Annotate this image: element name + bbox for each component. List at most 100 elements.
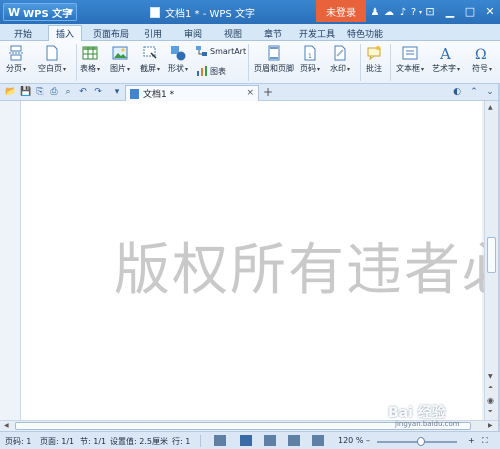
app-name: WPS 文字 (23, 8, 73, 20)
tab-view[interactable]: 视图 (220, 25, 246, 41)
wps-logo-icon: W (8, 5, 21, 19)
save-icon[interactable]: 💾 (20, 86, 32, 98)
scroll-right-icon[interactable]: ▶ (488, 422, 493, 429)
document-page[interactable]: 版权所有违者必 (20, 101, 500, 420)
smartart-icon (196, 46, 207, 56)
blank-page-label: 空白页▾ (38, 64, 67, 73)
table-icon (82, 46, 98, 60)
comment-label: 批注 (366, 64, 382, 73)
smartart-label: SmartArt (210, 46, 247, 56)
textbox-label: 文本框▾ (396, 64, 425, 73)
header-footer-button[interactable]: 页眉和页脚 (254, 45, 294, 74)
previous-page-icon[interactable]: ⏶ (488, 384, 493, 392)
open-folder-icon[interactable]: 📂 (5, 86, 17, 98)
ribbon-separator (390, 44, 391, 81)
scroll-down-icon[interactable]: ▼ (488, 373, 493, 380)
close-tab-icon[interactable]: × (246, 88, 254, 98)
tab-review[interactable]: 审阅 (180, 25, 206, 41)
maximize-icon[interactable]: □ (460, 2, 480, 20)
next-page-icon[interactable]: ⏷ (488, 408, 493, 416)
tab-document1[interactable]: 文档1 * × (125, 85, 259, 101)
new-tab-button[interactable]: + (263, 85, 273, 99)
art-text-icon: A (439, 45, 451, 61)
vertical-scroll-thumb[interactable] (487, 237, 496, 273)
browse-object-icon[interactable]: ◉ (487, 396, 494, 405)
doc-tab-label: 文档1 * (143, 90, 175, 100)
watermark-icon (334, 45, 346, 61)
undo-icon[interactable]: ↶ (77, 86, 89, 98)
tab-chapter[interactable]: 章节 (260, 25, 286, 41)
tab-special[interactable]: 特色功能 (344, 25, 386, 41)
art-text-label: 艺术字▾ (432, 64, 461, 73)
ribbon-separator (76, 44, 77, 81)
scroll-up-icon[interactable]: ▲ (488, 104, 493, 111)
outline-view-icon[interactable] (264, 435, 276, 446)
header-footer-label: 页眉和页脚 (254, 64, 294, 73)
screenshot-icon (143, 46, 157, 59)
symbol-label: 符号▾ (472, 64, 493, 73)
svg-text:Ω: Ω (475, 47, 487, 61)
tab-developer[interactable]: 开发工具 (296, 25, 338, 41)
page-number-label: 页码▾ (300, 64, 321, 73)
web-view-icon[interactable] (288, 435, 300, 446)
omega-icon: Ω (475, 47, 487, 61)
options-icon[interactable]: ⌄ (484, 86, 496, 98)
skin-icon[interactable]: ☁ (382, 4, 396, 20)
tab-insert[interactable]: 插入 (48, 25, 82, 41)
zoom-value[interactable]: 120 % (338, 436, 363, 445)
page-view-icon[interactable] (240, 435, 252, 446)
reading-view-icon[interactable] (312, 435, 324, 446)
print-preview-icon[interactable]: ⌕ (62, 86, 74, 98)
textbox-icon (402, 46, 418, 60)
symbol-button[interactable]: Ω 符号▾ (472, 45, 492, 74)
login-button[interactable]: 未登录 (316, 0, 366, 22)
blank-page-button[interactable]: 空白页▾ (38, 45, 66, 74)
window-controls: ⊡ ▁ □ ✕ (420, 2, 500, 20)
redo-icon[interactable]: ↷ (92, 86, 104, 98)
textbox-button[interactable]: 文本框▾ (396, 45, 424, 74)
document-icon (130, 88, 139, 99)
fit-window-icon[interactable]: ⛶ (482, 436, 488, 446)
shape-label: 形状▾ (168, 64, 189, 73)
scroll-left-icon[interactable]: ◀ (4, 422, 9, 429)
title-bar: W WPS 文字 ▼ 文档1 * - WPS 文字 未登录 ♟ ☁ ♪ ? ▾ ⊡… (0, 0, 500, 24)
ribbon-insert-panel: 分页▾ 空白页▾ 表格▾ 图片▾ 截屏▾ 形状▾ SmartArt 图表 页眉和… (0, 41, 500, 84)
zoom-slider-knob[interactable] (417, 437, 425, 446)
page-number-icon: 1 (304, 45, 316, 61)
export-icon[interactable]: ⎘ (34, 86, 46, 98)
wps-app-menu-button[interactable]: W WPS 文字 ▼ (3, 3, 77, 21)
shirt-icon[interactable]: ♟ (368, 4, 382, 20)
watermark-button[interactable]: 水印▾ (330, 45, 350, 74)
page-number-button[interactable]: 1 页码▾ (300, 45, 320, 74)
page-break-button[interactable]: 分页▾ (6, 45, 26, 74)
table-button[interactable]: 表格▾ (80, 45, 100, 74)
screenshot-button[interactable]: 截屏▾ (140, 45, 160, 74)
bell-icon[interactable]: ♪ (396, 4, 410, 20)
zoom-in-button[interactable]: + (468, 436, 475, 445)
zoom-out-button[interactable]: – (366, 436, 370, 445)
customize-dropdown-icon[interactable]: ▾ (111, 86, 123, 98)
tab-home[interactable]: 开始 (8, 25, 38, 41)
close-icon[interactable]: ✕ (480, 2, 500, 20)
document-view-icon[interactable]: ◐ (451, 86, 463, 98)
chart-button[interactable]: 图表 (196, 65, 226, 77)
status-section: 节: 1/1 (80, 437, 107, 446)
smartart-button[interactable]: SmartArt (196, 45, 246, 57)
art-text-button[interactable]: A 艺术字▾ (432, 45, 460, 74)
tab-page-layout[interactable]: 页面布局 (90, 25, 132, 41)
collapse-ribbon-icon[interactable]: ⌃ (468, 86, 480, 98)
status-row: 行: 1 (172, 437, 191, 446)
vertical-scrollbar[interactable]: ▲ ▼ ⏶ ◉ ⏷ (484, 101, 498, 420)
full-screen-view-icon[interactable] (214, 435, 226, 446)
page-break-label: 分页▾ (6, 64, 27, 73)
comment-button[interactable]: 批注 (366, 45, 382, 74)
restore-box-icon[interactable]: ⊡ (420, 2, 440, 20)
print-icon[interactable]: ⎙ (48, 86, 60, 98)
tab-references[interactable]: 引用 (140, 25, 166, 41)
minimize-icon[interactable]: ▁ (440, 2, 460, 20)
watermark-label: 水印▾ (330, 64, 351, 73)
chart-label: 图表 (210, 66, 226, 76)
picture-button[interactable]: 图片▾ (110, 45, 130, 74)
shape-button[interactable]: 形状▾ (168, 45, 188, 74)
chevron-down-icon: ▼ (67, 8, 73, 16)
